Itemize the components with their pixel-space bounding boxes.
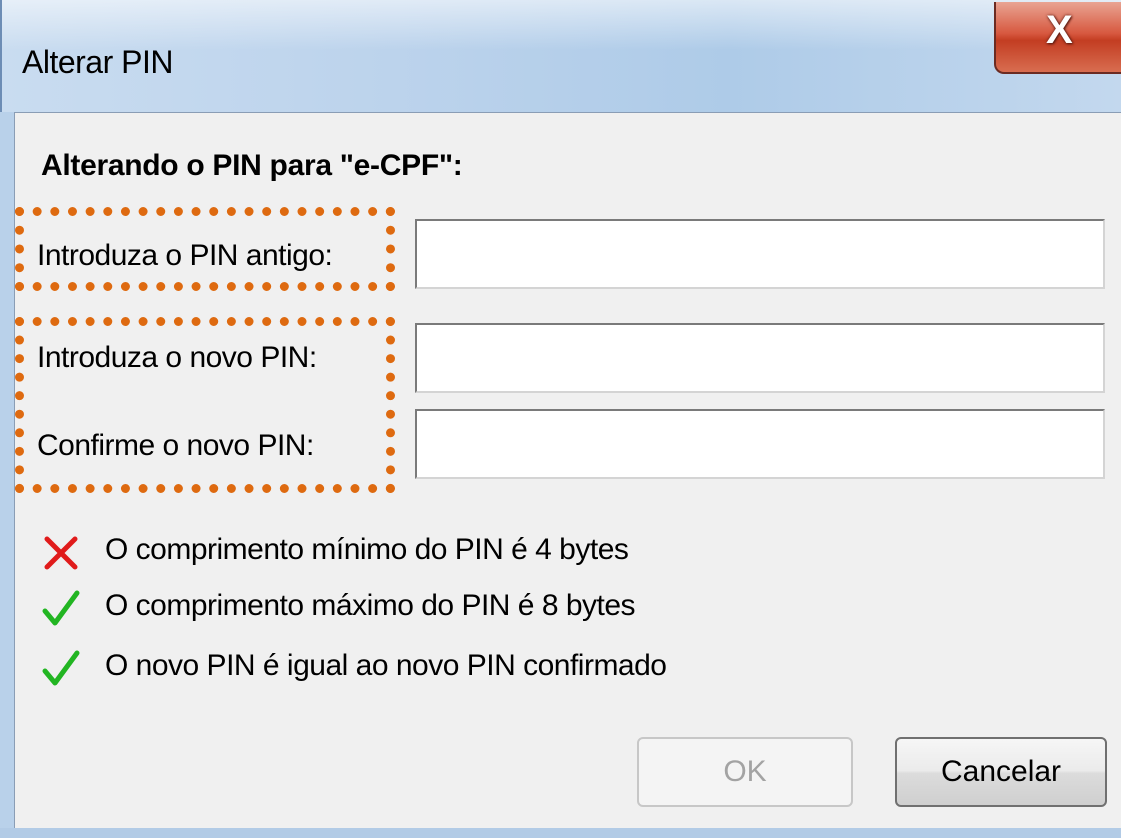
dialog-heading: Alterando o PIN para "e-CPF": [41, 149, 463, 182]
old-pin-highlight [15, 207, 395, 291]
green-check-icon [42, 590, 80, 626]
ok-button[interactable]: OK [637, 737, 853, 807]
rule-text: O comprimento mínimo do PIN é 4 bytes [105, 533, 629, 566]
green-check-icon [42, 650, 80, 686]
red-x-icon [44, 536, 78, 570]
old-pin-input[interactable] [415, 219, 1105, 289]
new-pin-highlight [15, 317, 395, 493]
window-bottom-frame [0, 828, 1121, 838]
close-button[interactable]: X [994, 2, 1121, 74]
window-title: Alterar PIN [22, 44, 173, 80]
dialog-body: Alterando o PIN para "e-CPF": Introduza … [14, 112, 1121, 829]
dialog-window: Alterar PIN X Alterando o PIN para "e-CP… [0, 0, 1121, 838]
title-bar[interactable]: Alterar PIN X [0, 0, 1121, 112]
close-icon: X [1046, 8, 1073, 52]
cancel-button[interactable]: Cancelar [895, 737, 1107, 807]
rule-text: O comprimento máximo do PIN é 8 bytes [105, 589, 636, 622]
new-pin-input[interactable] [415, 323, 1105, 393]
rule-text: O novo PIN é igual ao novo PIN confirmad… [105, 649, 667, 682]
title-bar-sheen [2, 0, 1121, 50]
confirm-pin-input[interactable] [415, 409, 1105, 479]
